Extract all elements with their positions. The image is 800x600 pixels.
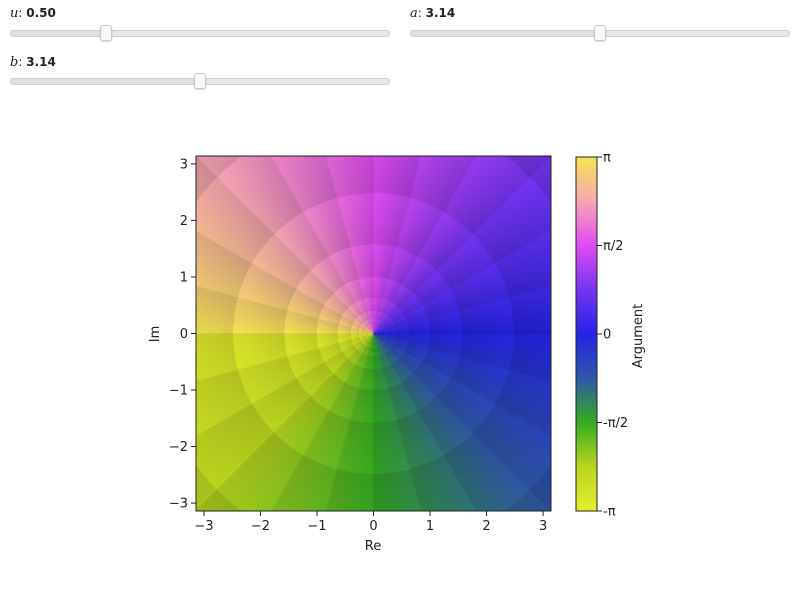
- x-tick-label: 2: [482, 519, 490, 534]
- plot: −3 −2 −1 0 1 2 3 3210−1−2−3 Re Im ππ/20-π/2-π …: [148, 151, 646, 555]
- y-tick-label: 2: [180, 214, 188, 229]
- y-tick-label: −1: [169, 384, 188, 399]
- y-tick-label: 1: [180, 270, 188, 285]
- colorbar-tick-label: -π/2: [603, 416, 628, 431]
- y-tick-label: 0: [180, 327, 188, 342]
- x-tick-label: −2: [251, 519, 270, 534]
- y-tick-label: −3: [169, 497, 188, 512]
- y-axis-label: Im: [148, 326, 163, 343]
- x-tick-label: 3: [539, 519, 547, 534]
- x-axis-label: Re: [365, 539, 381, 554]
- y-tick-label: 3: [180, 157, 188, 172]
- colorbar-tick-label: 0: [603, 328, 611, 343]
- heatmap-image: [196, 156, 551, 511]
- colorbar-tick-label: π: [603, 151, 611, 166]
- colorbar-label: Argument: [631, 304, 646, 369]
- x-tick-label: 1: [426, 519, 434, 534]
- colorbar-tick-label: -π: [603, 505, 616, 520]
- colorbar-axis: π π/2 0 -π/2 -π: [597, 151, 628, 520]
- y-tick-label: −2: [169, 440, 188, 455]
- x-tick-label: −1: [307, 519, 326, 534]
- y-axis: 3 2 1 0 −1 −2 −3: [169, 157, 196, 512]
- x-tick-label: 0: [369, 519, 377, 534]
- x-tick-label: −3: [194, 519, 213, 534]
- x-axis: −3 −2 −1 0 1 2 3: [194, 511, 547, 534]
- colorbar-tick-label: π/2: [603, 239, 623, 254]
- colorbar: [575, 156, 598, 512]
